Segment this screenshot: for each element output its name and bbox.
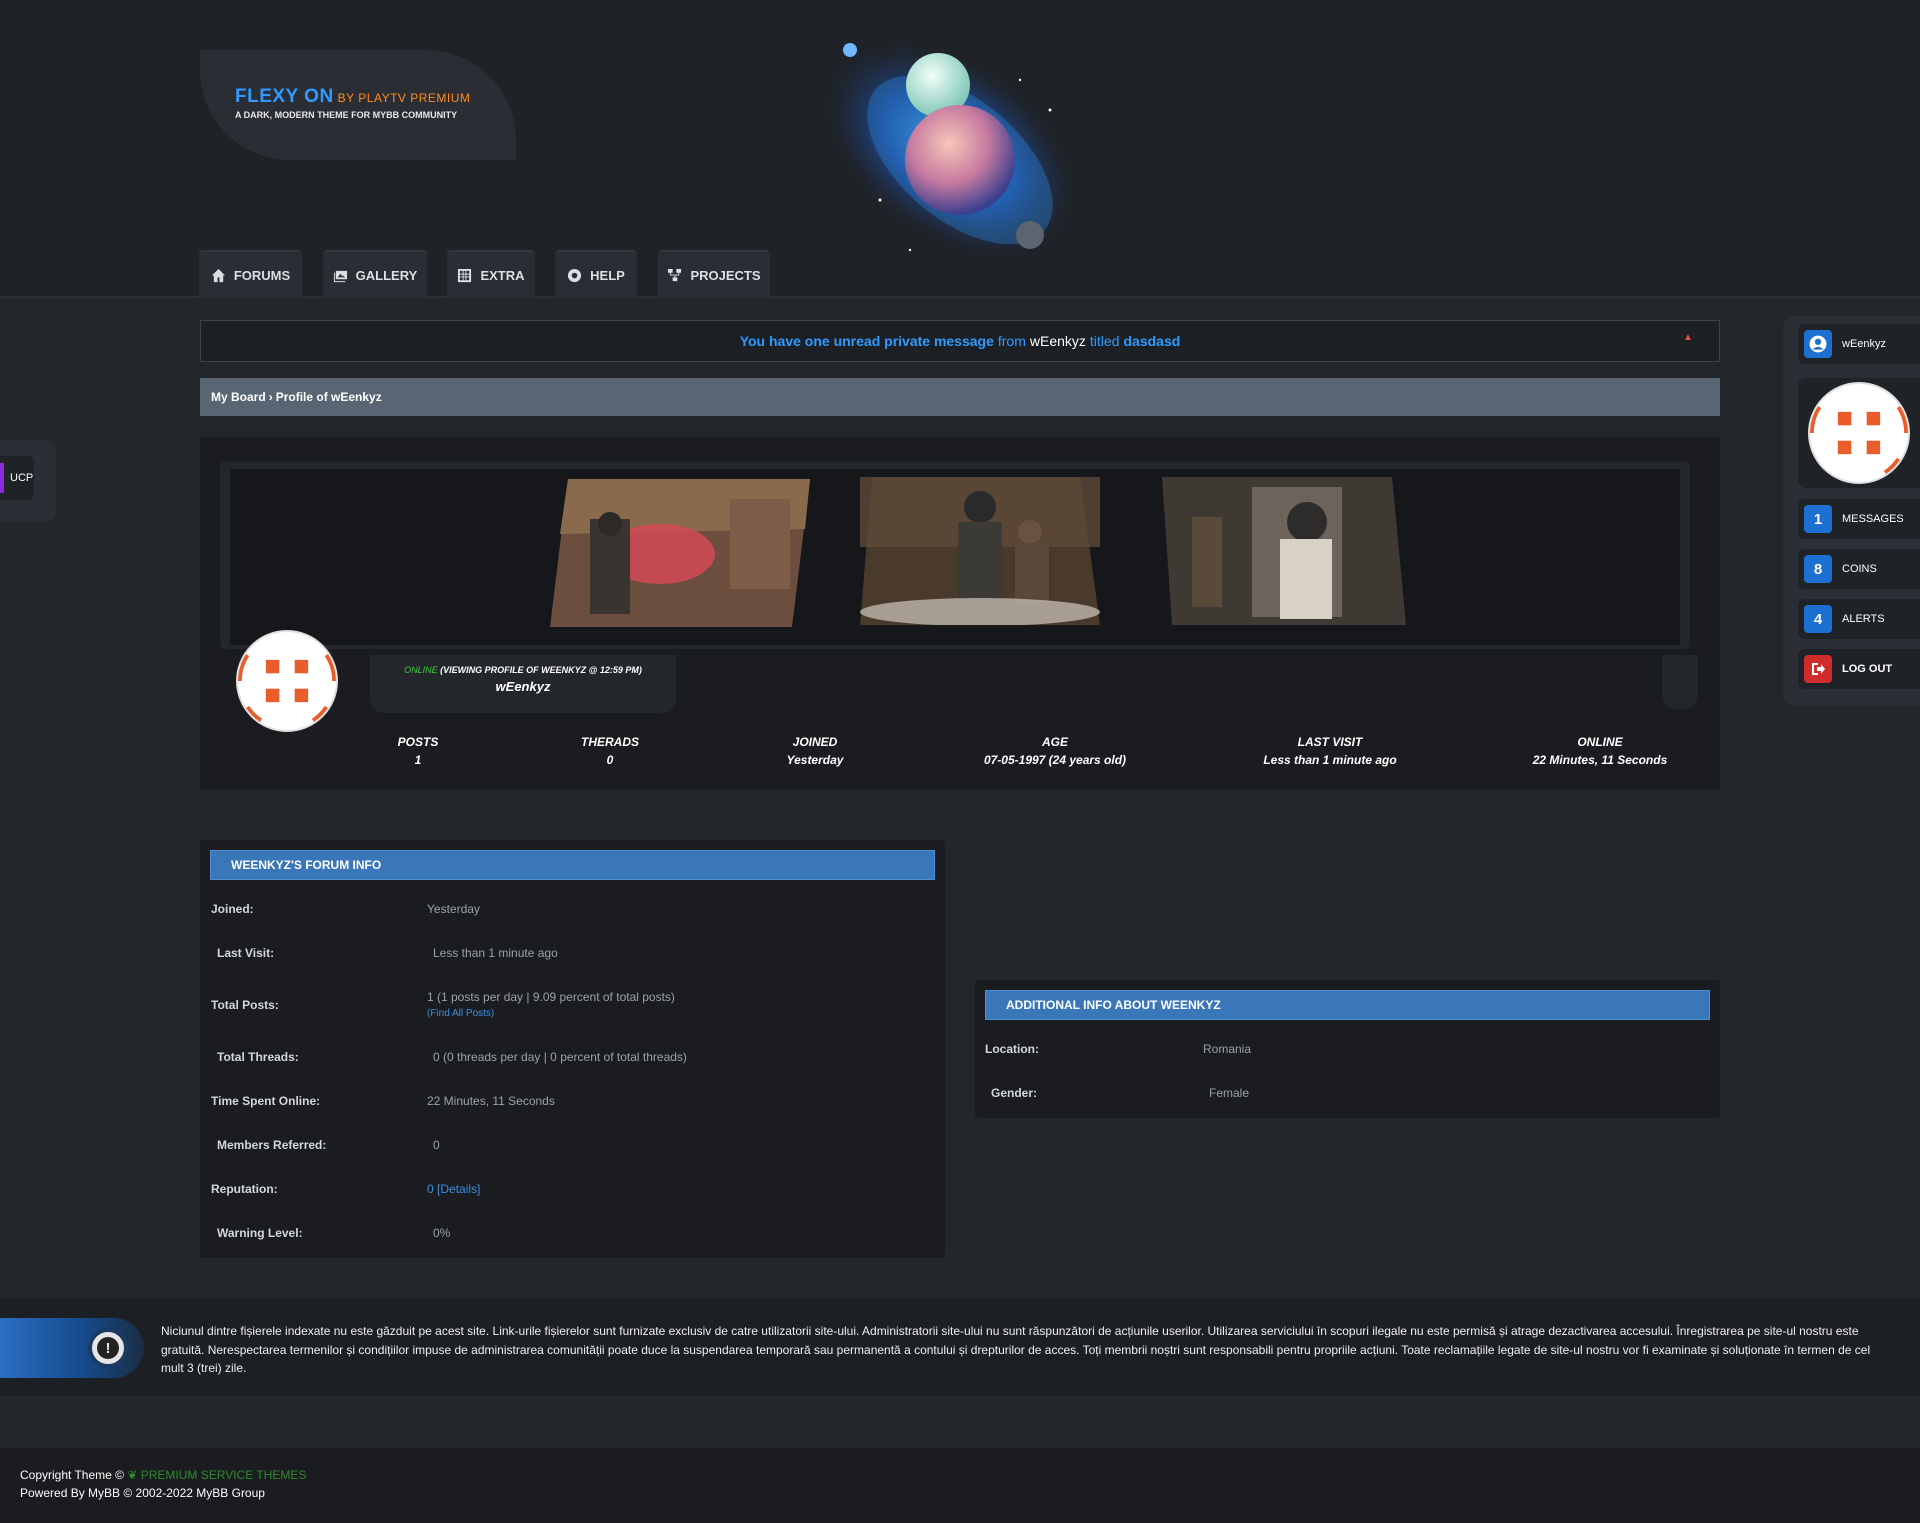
alerts-count-badge: 4 bbox=[1804, 605, 1832, 633]
joined-value: Yesterday bbox=[427, 902, 480, 916]
ucp-button[interactable]: UCP bbox=[0, 456, 34, 500]
breadcrumb: My Board › Profile of wEenkyz bbox=[200, 378, 1720, 416]
site-logo[interactable]: FLEXY ON BY PLAYTV PREMIUM A DARK, MODERN… bbox=[200, 50, 516, 160]
close-icon[interactable]: ▲ bbox=[1683, 332, 1695, 344]
ucp-side-panel: UCP bbox=[0, 440, 56, 522]
warning-badge: ! bbox=[0, 1318, 144, 1378]
stat-age: AGE 07-05-1997 (24 years old) bbox=[983, 735, 1127, 767]
profile-cover bbox=[220, 461, 1690, 649]
site-header: FLEXY ON BY PLAYTV PREMIUM A DARK, MODERN… bbox=[0, 0, 1920, 298]
galaxy-banner-image bbox=[815, 33, 1085, 267]
sidebar-avatar[interactable] bbox=[1808, 382, 1910, 484]
sidebar-user[interactable]: wEenkyz bbox=[1798, 324, 1920, 364]
pm-sender-link[interactable]: wEenkyz bbox=[1030, 333, 1086, 349]
powered-by-text: Powered By MyBB © 2002-2022 MyBB Group bbox=[20, 1486, 265, 1500]
forum-info-panel: WEENKYZ'S FORUM INFO Joined: Yesterday L… bbox=[200, 840, 945, 1258]
cover-image-2 bbox=[860, 477, 1100, 625]
pm-notice-link[interactable]: You have one unread private message bbox=[740, 333, 994, 349]
cover-image-3 bbox=[1162, 477, 1406, 625]
sidebar-messages[interactable]: 1 MESSAGES bbox=[1798, 499, 1920, 539]
stat-posts: POSTS 1 bbox=[397, 735, 439, 767]
private-message-notice: You have one unread private message from… bbox=[200, 320, 1720, 362]
premium-themes-link[interactable]: PREMIUM SERVICE THEMES bbox=[141, 1468, 307, 1482]
warning-level-value: 0% bbox=[433, 1226, 451, 1240]
total-posts-value: 1 (1 posts per day | 9.09 percent of tot… bbox=[427, 990, 675, 1004]
stat-online-time: ONLINE 22 Minutes, 11 Seconds bbox=[1532, 735, 1668, 767]
warning-icon: ! bbox=[88, 1328, 128, 1368]
sitemap-icon bbox=[668, 268, 682, 281]
help-icon bbox=[568, 268, 582, 282]
tab-forums[interactable]: FORUMS bbox=[199, 250, 302, 298]
leaf-icon: ❦ bbox=[127, 1468, 138, 1482]
tab-help[interactable]: HELP bbox=[555, 250, 637, 298]
site-footer: Copyright Theme © ❦ PREMIUM SERVICE THEM… bbox=[0, 1448, 1920, 1523]
disclaimer-bar: ! Niciunul dintre fișierele indexate nu … bbox=[0, 1298, 1920, 1396]
pm-subject-link[interactable]: dasdasd bbox=[1123, 333, 1180, 349]
time-online-value: 22 Minutes, 11 Seconds bbox=[427, 1094, 555, 1108]
logo-title: FLEXY ON BY PLAYTV PREMIUM bbox=[235, 86, 471, 107]
profile-username: wEenkyz bbox=[495, 679, 551, 694]
members-referred-value: 0 bbox=[433, 1138, 440, 1152]
tab-gallery[interactable]: GALLERY bbox=[323, 250, 427, 298]
user-sidebar: wEenkyz 1 MESSAGES 8 COINS 4 ALERTS LOG … bbox=[1783, 316, 1920, 706]
location-value: Romania bbox=[1203, 1042, 1252, 1056]
reputation-details-link[interactable]: [Details] bbox=[437, 1182, 480, 1196]
profile-name-plate: ONLINE (VIEWING PROFILE OF WEENKYZ @ 12:… bbox=[370, 655, 676, 713]
reputation-value: 0 [Details] bbox=[427, 1182, 481, 1196]
find-all-posts-link[interactable]: (Find All Posts) bbox=[427, 1008, 494, 1019]
additional-info-title: ADDITIONAL INFO ABOUT WEENKYZ bbox=[985, 990, 1710, 1020]
sidebar-coins[interactable]: 8 COINS bbox=[1798, 549, 1920, 589]
sidebar-logout[interactable]: LOG OUT bbox=[1798, 649, 1920, 689]
disclaimer-text: Niciunul dintre fișierele indexate nu es… bbox=[161, 1324, 1871, 1375]
additional-info-panel: ADDITIONAL INFO ABOUT WEENKYZ Location: … bbox=[975, 980, 1720, 1118]
user-circle-icon bbox=[1804, 330, 1832, 358]
gender-value: Female bbox=[1209, 1086, 1250, 1100]
tab-extra[interactable]: EXTRA bbox=[447, 250, 535, 298]
sidebar-username: wEenkyz bbox=[1842, 338, 1887, 350]
coins-count-badge: 8 bbox=[1804, 555, 1832, 583]
breadcrumb-current: Profile of wEenkyz bbox=[275, 390, 382, 404]
avatar[interactable] bbox=[236, 630, 338, 732]
online-status: ONLINE (VIEWING PROFILE OF WEENKYZ @ 12:… bbox=[404, 665, 642, 675]
stat-threads: THERADS 0 bbox=[580, 735, 639, 767]
logout-icon bbox=[1804, 655, 1832, 683]
tab-projects[interactable]: PROJECTS bbox=[658, 250, 770, 298]
last-visit-value: Less than 1 minute ago bbox=[433, 946, 558, 960]
total-threads-value: 0 (0 threads per day | 0 percent of tota… bbox=[433, 1050, 687, 1064]
messages-count-badge: 1 bbox=[1804, 505, 1832, 533]
breadcrumb-home[interactable]: My Board bbox=[211, 390, 266, 404]
stat-joined: JOINED Yesterday bbox=[786, 735, 844, 767]
home-icon bbox=[211, 268, 225, 282]
copyright-text: Copyright Theme © ❦ PREMIUM SERVICE THEM… bbox=[20, 1468, 307, 1482]
logo-subtitle: A DARK, MODERN THEME FOR MYBB COMMUNITY bbox=[235, 110, 458, 120]
forum-info-title: WEENKYZ'S FORUM INFO bbox=[210, 850, 935, 880]
sidebar-alerts[interactable]: 4 ALERTS bbox=[1798, 599, 1920, 639]
gallery-icon bbox=[333, 270, 347, 282]
grid-icon bbox=[458, 268, 472, 282]
stat-last-visit: LAST VISIT Less than 1 minute ago bbox=[1263, 735, 1397, 767]
cover-image-1 bbox=[550, 479, 810, 627]
profile-card: ONLINE (VIEWING PROFILE OF WEENKYZ @ 12:… bbox=[200, 437, 1720, 789]
